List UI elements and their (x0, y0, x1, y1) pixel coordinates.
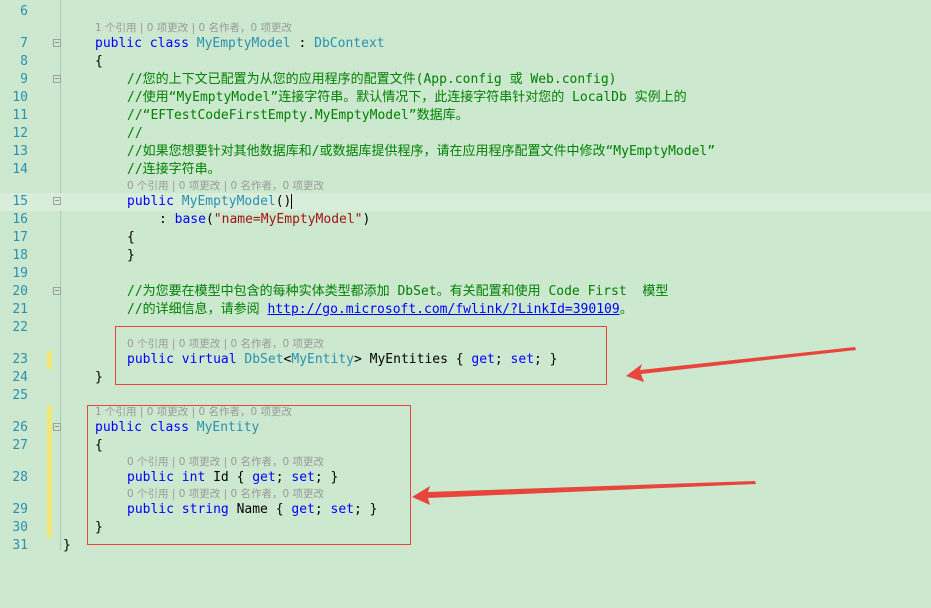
arrow-icon (412, 481, 756, 505)
annotation-arrows (412, 347, 856, 505)
arrow-icon (626, 347, 856, 382)
